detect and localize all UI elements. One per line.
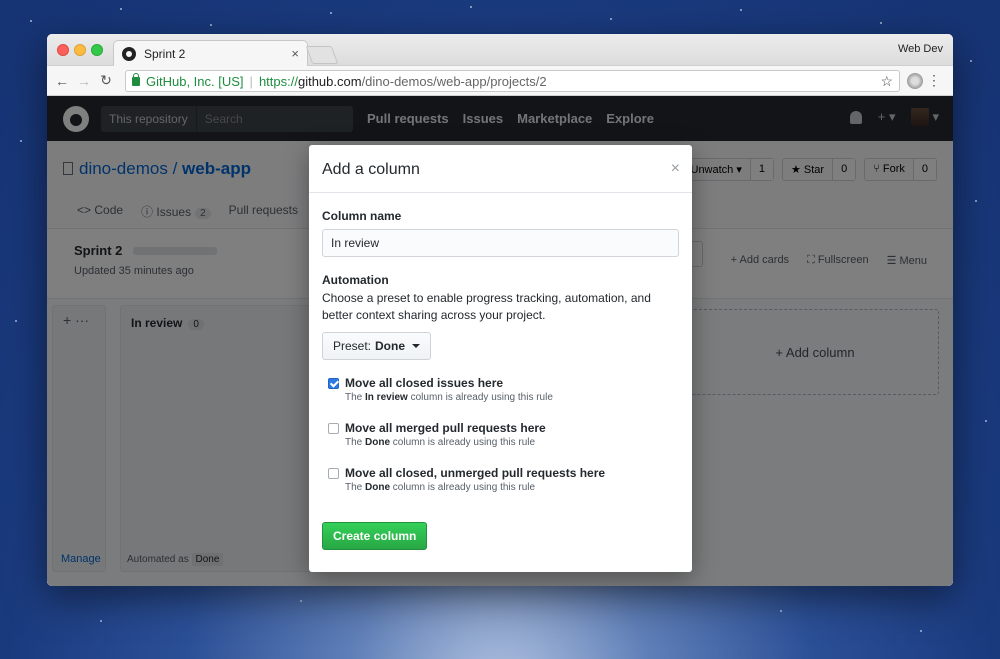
automation-label: Automation bbox=[322, 273, 389, 287]
dialog-title: Add a column bbox=[322, 161, 420, 178]
rule-title: Move all merged pull requests here bbox=[345, 421, 546, 435]
url-scheme: https:// bbox=[258, 73, 298, 89]
browser-toolbar: ← → ↻ GitHub, Inc. [US] | https://github… bbox=[47, 66, 953, 96]
rule-note: The In review column is already using th… bbox=[345, 392, 553, 403]
address-separator: | bbox=[249, 73, 253, 89]
automation-description: Choose a preset to enable progress track… bbox=[322, 291, 651, 322]
rule-note-post: column is already using this rule bbox=[392, 437, 536, 448]
column-name-input[interactable] bbox=[322, 229, 679, 257]
preset-prefix: Preset: bbox=[333, 339, 372, 353]
forward-icon[interactable]: → bbox=[73, 73, 95, 89]
dialog-header: Add a column × bbox=[309, 145, 692, 193]
rule-title: Move all closed issues here bbox=[345, 376, 504, 390]
address-bar[interactable]: GitHub, Inc. [US] | https://github.com/d… bbox=[125, 70, 900, 92]
extension-icon[interactable] bbox=[907, 73, 923, 89]
rule-checkbox-closed-issues[interactable] bbox=[328, 378, 339, 389]
reload-icon[interactable]: ↻ bbox=[95, 72, 117, 89]
bookmark-star-icon[interactable]: ☆ bbox=[880, 73, 893, 90]
rule-note-pre: The bbox=[345, 437, 363, 448]
tab-close-icon[interactable]: × bbox=[291, 46, 299, 61]
rule-note-pre: The bbox=[345, 392, 363, 403]
rule-note-column: In review bbox=[365, 392, 408, 403]
tab-title: Sprint 2 bbox=[144, 46, 186, 61]
add-column-dialog: Add a column × Column name Automation Ch… bbox=[309, 145, 692, 572]
site-identity: GitHub, Inc. [US] bbox=[146, 73, 244, 89]
rule-note: The Done column is already using this ru… bbox=[345, 482, 535, 493]
rule-note-pre: The bbox=[345, 482, 363, 493]
preset-value: Done bbox=[375, 339, 406, 353]
url-host: github.com bbox=[297, 73, 362, 89]
chevron-down-icon bbox=[412, 344, 421, 348]
rule-note-post: column is already using this rule bbox=[410, 392, 553, 403]
rule-title: Move all closed, unmerged pull requests … bbox=[345, 466, 606, 480]
back-icon[interactable]: ← bbox=[51, 73, 73, 89]
rule-checkbox-merged-prs[interactable] bbox=[328, 423, 339, 434]
rule-note-column: Done bbox=[365, 437, 391, 448]
profile-name[interactable]: Web Dev bbox=[898, 43, 943, 55]
close-icon[interactable]: × bbox=[671, 160, 680, 178]
browser-menu-icon[interactable]: ⋮ bbox=[927, 72, 941, 89]
title-bar: Sprint 2 × Web Dev bbox=[47, 34, 953, 66]
rule-note: The Done column is already using this ru… bbox=[345, 437, 535, 448]
create-column-button[interactable]: Create column bbox=[322, 522, 428, 550]
rule-checkbox-closed-unmerged-prs[interactable] bbox=[328, 468, 339, 479]
rule-note-column: Done bbox=[365, 482, 391, 493]
lock-icon bbox=[132, 72, 140, 86]
preset-dropdown[interactable]: Preset: Done bbox=[322, 332, 432, 360]
github-favicon-icon bbox=[122, 46, 136, 61]
close-window-button[interactable] bbox=[57, 44, 69, 56]
new-tab-button[interactable] bbox=[305, 46, 339, 64]
minimize-window-button[interactable] bbox=[74, 44, 86, 56]
url-path: /dino-demos/web-app/projects/2 bbox=[361, 73, 547, 89]
rule-note-post: column is already using this rule bbox=[392, 482, 536, 493]
maximize-window-button[interactable] bbox=[91, 44, 103, 56]
browser-tab-active[interactable]: Sprint 2 × bbox=[113, 40, 308, 66]
column-name-label: Column name bbox=[322, 209, 402, 223]
